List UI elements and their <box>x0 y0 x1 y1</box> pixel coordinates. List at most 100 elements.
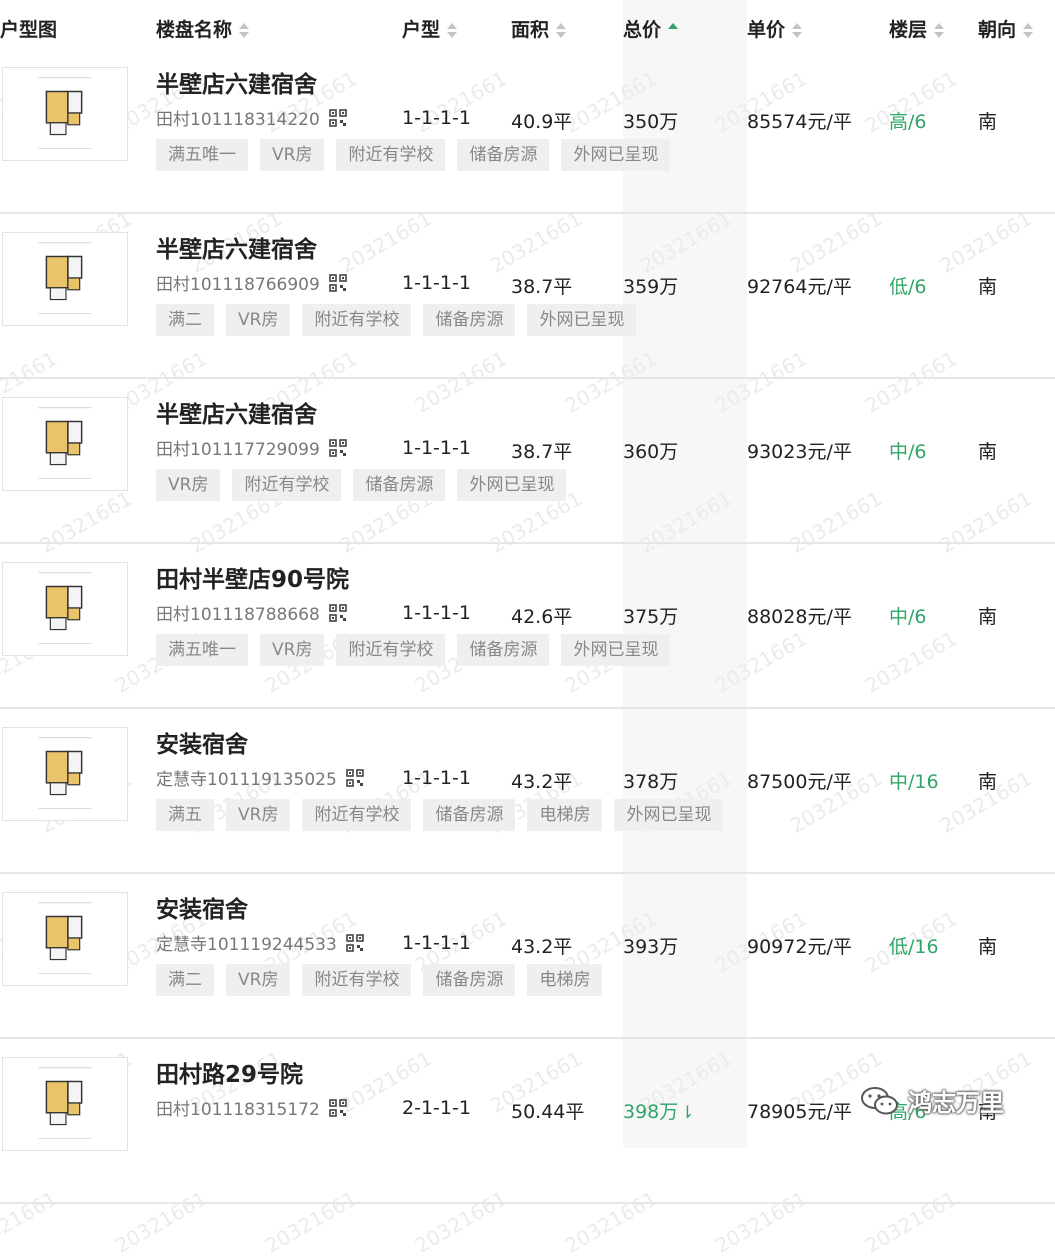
floorplan-drawing <box>38 737 92 809</box>
total-price-value: 359万 <box>623 272 678 299</box>
sort-ascending-icon[interactable] <box>668 22 679 40</box>
property-name[interactable]: 安装宿舍 <box>156 890 248 924</box>
floorplan-thumbnail[interactable] <box>2 67 128 161</box>
feature-tag: 储备房源 <box>457 634 550 666</box>
tag-list: 满五唯一 VR房 附近有学校 储备房源 外网已呈现 <box>156 634 682 666</box>
qr-code-icon[interactable] <box>328 108 347 127</box>
property-name[interactable]: 半壁店六建宿舍 <box>156 230 317 264</box>
sort-icon[interactable] <box>556 22 567 40</box>
feature-tag: 储备房源 <box>353 469 446 501</box>
table-row[interactable]: 田村半壁店90号院 田村101118788668 满五唯一 VR房 附近有学校 储备房源外… <box>0 544 1055 709</box>
table-row[interactable]: 半壁店六建宿舍 田村101118766909 满二 VR房 附近有学校 储备房源 外网已呈现… <box>0 214 1055 379</box>
floor-value: 中/6 <box>889 606 927 628</box>
row-divider <box>0 1202 1055 1204</box>
floor-value: 高/6 <box>889 111 927 133</box>
layout-value: 1-1-1-1 <box>402 107 471 129</box>
floorplan-drawing <box>38 77 92 149</box>
table-row[interactable]: 半壁店六建宿舍 田村101117729099 VR房 附近有学校 储备房源 外网已呈现 1-… <box>0 379 1055 544</box>
total-price-text: 393万 <box>623 936 679 958</box>
floorplan-thumbnail[interactable] <box>2 892 128 986</box>
orientation-value: 南 <box>978 276 998 298</box>
sort-icon[interactable] <box>239 22 250 40</box>
price-down-icon: ⇂ <box>680 1103 695 1123</box>
table-row[interactable]: 安装宿舍 定慧寺101119244533 满二 VR房 附近有学校 储备房源 电梯房 1-1-… <box>0 874 1055 1039</box>
listing-code: 田村101118314220 <box>156 105 347 130</box>
area-value: 50.44平 <box>511 1101 585 1123</box>
tag-list: VR房 附近有学校 储备房源 外网已呈现 <box>156 469 578 501</box>
table-row[interactable]: 田村路29号院 田村101118315172 2-1-1-1 50.44平 398万 ⇂ 7… <box>0 1039 1055 1204</box>
column-header-area[interactable]: 面积 <box>511 15 567 42</box>
sort-icon[interactable] <box>792 22 803 40</box>
feature-tag: 储备房源 <box>457 139 550 171</box>
sort-icon[interactable] <box>447 22 458 40</box>
orientation-value: 南 <box>978 936 998 958</box>
property-name[interactable]: 半壁店六建宿舍 <box>156 65 317 99</box>
orientation-value: 南 <box>978 771 998 793</box>
feature-tag: 外网已呈现 <box>561 139 671 171</box>
column-header-orientation[interactable]: 朝向 <box>978 15 1034 42</box>
feature-tag: 电梯房 <box>527 799 603 831</box>
unit-price-value: 92764元/平 <box>747 276 852 298</box>
qr-code-icon[interactable] <box>345 768 364 787</box>
orientation-value: 南 <box>978 111 998 133</box>
total-price-text: 378万 <box>623 771 679 793</box>
feature-tag: 储备房源 <box>423 799 516 831</box>
property-name[interactable]: 半壁店六建宿舍 <box>156 395 317 429</box>
qr-code-icon[interactable] <box>345 933 364 952</box>
feature-tag: 满五 <box>156 799 214 831</box>
floor-value: 低/6 <box>889 276 927 298</box>
listing-code: 定慧寺101119135025 <box>156 765 364 790</box>
column-header-total-price[interactable]: 总价 <box>623 15 679 42</box>
feature-tag: 电梯房 <box>527 964 603 996</box>
floor-value: 中/16 <box>889 771 939 793</box>
sort-icon[interactable] <box>934 22 945 40</box>
column-header-layout[interactable]: 户型 <box>402 15 458 42</box>
feature-tag: 附近有学校 <box>302 304 412 336</box>
feature-tag: 外网已呈现 <box>457 469 567 501</box>
feature-tag: 满五唯一 <box>156 139 248 171</box>
listing-code: 田村101118766909 <box>156 270 347 295</box>
layout-value: 1-1-1-1 <box>402 602 471 624</box>
floorplan-drawing <box>38 242 92 314</box>
floorplan-thumbnail[interactable] <box>2 562 128 656</box>
property-name[interactable]: 安装宿舍 <box>156 725 248 759</box>
total-price-text: 360万 <box>623 441 679 463</box>
qr-code-icon[interactable] <box>328 273 347 292</box>
feature-tag: 储备房源 <box>423 304 516 336</box>
unit-price-value: 90972元/平 <box>747 936 852 958</box>
feature-tag: VR房 <box>226 964 291 996</box>
area-value: 43.2平 <box>511 771 573 793</box>
layout-value: 2-1-1-1 <box>402 1097 471 1119</box>
floorplan-thumbnail[interactable] <box>2 1057 128 1151</box>
table-row[interactable]: 半壁店六建宿舍 田村101118314220 满五唯一 VR房 附近有学校 储备房源 外网已… <box>0 49 1055 214</box>
listing-code-text: 定慧寺101119244533 <box>156 935 337 955</box>
orientation-value: 南 <box>978 606 998 628</box>
feature-tag: 满五唯一 <box>156 634 248 666</box>
tag-list: 满五 VR房 附近有学校 储备房源 电梯房 外网已呈现 <box>156 799 735 831</box>
floorplan-thumbnail[interactable] <box>2 232 128 326</box>
area-value: 43.2平 <box>511 936 573 958</box>
unit-price-value: 93023元/平 <box>747 441 852 463</box>
floorplan-thumbnail[interactable] <box>2 727 128 821</box>
floorplan-drawing <box>38 572 92 644</box>
floorplan-thumbnail[interactable] <box>2 397 128 491</box>
qr-code-icon[interactable] <box>328 1098 347 1117</box>
feature-tag: VR房 <box>156 469 221 501</box>
column-header-floor[interactable]: 楼层 <box>889 15 945 42</box>
area-value: 38.7平 <box>511 441 573 463</box>
floorplan-drawing <box>38 407 92 479</box>
column-header-name[interactable]: 楼盘名称 <box>156 15 250 42</box>
qr-code-icon[interactable] <box>328 438 347 457</box>
table-row[interactable]: 安装宿舍定慧寺101119135025 满五 VR房 附近有学校 储备房源 电梯房 外网已呈… <box>0 709 1055 874</box>
listing-code-text: 田村101117729099 <box>156 440 320 460</box>
property-name[interactable]: 田村半壁店90号院 <box>156 560 349 594</box>
sort-icon[interactable] <box>1023 22 1034 40</box>
property-name[interactable]: 田村路29号院 <box>156 1055 303 1089</box>
unit-price-value: 87500元/平 <box>747 771 852 793</box>
qr-code-icon[interactable] <box>328 603 347 622</box>
feature-tag: 储备房源 <box>423 964 516 996</box>
column-header-unit-price[interactable]: 单价 <box>747 15 803 42</box>
area-value: 42.6平 <box>511 606 573 628</box>
brand-watermark: 鸿志万里 <box>860 1083 1004 1118</box>
listing-code-text: 田村101118315172 <box>156 1100 320 1120</box>
